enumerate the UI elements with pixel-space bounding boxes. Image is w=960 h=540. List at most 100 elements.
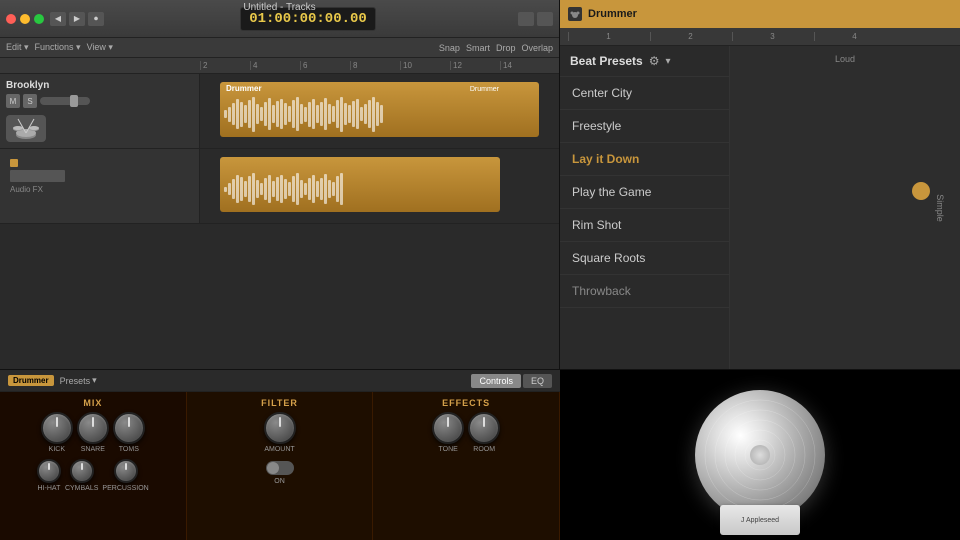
- waveform-bar: [268, 175, 271, 203]
- toolbar-label[interactable]: View ▾: [87, 42, 113, 53]
- xy-simple-label: Simple: [935, 194, 945, 222]
- snare-knob[interactable]: [77, 412, 109, 444]
- cymbals-knob[interactable]: [70, 459, 94, 483]
- logic-user-label: J Appleseed: [741, 517, 779, 524]
- toolbar-extra-btn[interactable]: [537, 12, 553, 26]
- waveform-bar: [252, 173, 255, 205]
- preset-item[interactable]: Freestyle: [560, 110, 729, 143]
- minimize-btn[interactable]: [20, 14, 30, 24]
- toolbar-extra-btn[interactable]: [518, 12, 534, 26]
- hihat-knob-group: HI-HAT: [37, 459, 61, 492]
- toolbar-label: Edit ▾: [6, 42, 29, 53]
- waveform-bar: [336, 176, 339, 202]
- knobs-row: KICK SNARE TOMS: [41, 412, 145, 453]
- chevron-down-icon[interactable]: ▾: [665, 56, 670, 67]
- drummer-detail-header: Drummer Presets ▾ Controls EQ: [0, 370, 560, 392]
- hihat-knob[interactable]: [37, 459, 61, 483]
- waveform-bar: [264, 178, 267, 200]
- track-content: var h2=[5,12,20,28,24,16,26,32,18,12,22,…: [200, 149, 559, 223]
- percussion-knob[interactable]: [114, 459, 138, 483]
- waveform-bar: [284, 179, 287, 199]
- amount-knob-group: AMOUNT: [264, 412, 296, 453]
- waveform-bar: [272, 181, 275, 197]
- preset-item[interactable]: Play the Game: [560, 176, 729, 209]
- channel-strip: [10, 170, 65, 182]
- waveform-bar: [240, 177, 243, 201]
- preset-item-selected[interactable]: Lay it Down: [560, 143, 729, 176]
- logic-splash: J Appleseed: [560, 370, 960, 540]
- kick-knob[interactable]: [41, 412, 73, 444]
- drummer-icon-small: [568, 7, 582, 21]
- waveform-bar: [312, 99, 315, 129]
- waveform-bar: [316, 105, 319, 123]
- ruler-mark: 14: [500, 61, 550, 70]
- toms-label: TOMS: [119, 446, 139, 453]
- table-row: Audio FX var h2=[5,12,20,28,24,16,26,32,…: [0, 149, 559, 224]
- waveform-bar: [320, 178, 323, 200]
- toolbar-btn[interactable]: ▶: [69, 12, 85, 26]
- preset-item[interactable]: Center City: [560, 77, 729, 110]
- controls-bar: Drummer Presets ▾ Controls EQ MIX KICK: [0, 370, 560, 540]
- waveform-bar: [328, 180, 331, 198]
- waveform-bar: [236, 175, 239, 203]
- mute-button[interactable]: M: [6, 94, 20, 108]
- waveform-bar: [328, 104, 331, 124]
- tone-knob[interactable]: [432, 412, 464, 444]
- toms-knob[interactable]: [113, 412, 145, 444]
- timeline-mark: 4: [814, 32, 894, 41]
- record-btn[interactable]: ⏺: [88, 12, 104, 26]
- daw-toolbar2: Edit ▾ Functions ▾ View ▾ Snap Smart Dro…: [0, 38, 559, 58]
- drummer-clip[interactable]: Drummer Drummer var heights=[8,15,22,30,…: [220, 82, 539, 137]
- close-btn[interactable]: [6, 14, 16, 24]
- xy-dot[interactable]: [912, 182, 930, 200]
- smart-label: Smart: [466, 43, 490, 53]
- xy-pad-area[interactable]: Loud Simple: [730, 46, 960, 369]
- waveform-bar: [324, 174, 327, 204]
- preset-item[interactable]: Throwback: [560, 275, 729, 308]
- waveform-bar: [324, 98, 327, 130]
- dropdown-chevron[interactable]: ▾: [92, 375, 97, 386]
- waveform-bar: [252, 97, 255, 132]
- waveform-bar: [372, 97, 375, 132]
- presets-label-small: Presets: [60, 376, 91, 386]
- controls-tab[interactable]: Controls: [471, 374, 521, 388]
- maximize-btn[interactable]: [34, 14, 44, 24]
- filter-toggle-area: ON: [266, 461, 294, 485]
- waveform-bar: [288, 182, 291, 196]
- audio-clip[interactable]: var h2=[5,12,20,28,24,16,26,32,18,12,22,…: [220, 157, 500, 212]
- preset-item[interactable]: Square Roots: [560, 242, 729, 275]
- waveform-bar: [260, 183, 263, 195]
- volume-slider[interactable]: [40, 97, 90, 105]
- preset-item[interactable]: Rim Shot: [560, 209, 729, 242]
- waveform-bar: [308, 178, 311, 200]
- waveform-bar: [352, 101, 355, 127]
- track-type-label: Audio FX: [10, 185, 189, 194]
- waveform-bar: [244, 181, 247, 197]
- waveform-bar: [248, 176, 251, 202]
- waveform-bar: [232, 103, 235, 125]
- gear-icon[interactable]: ⚙: [649, 54, 660, 68]
- controls-sections: MIX KICK SNARE TOMS: [0, 392, 560, 540]
- cd-container: J Appleseed: [690, 385, 830, 525]
- waveform: var heights=[8,15,22,30,25,18,28,35,20,1…: [220, 96, 539, 132]
- toolbar-label[interactable]: Functions ▾: [35, 42, 81, 53]
- ruler-mark: 4: [250, 61, 300, 70]
- track-area: Brooklyn M S: [0, 74, 559, 224]
- eq-tab[interactable]: EQ: [523, 374, 552, 388]
- waveform-bar: [232, 179, 235, 199]
- filter-toggle[interactable]: [266, 461, 294, 475]
- toolbar-btn[interactable]: ◀: [50, 12, 66, 26]
- waveform-bar: [292, 176, 295, 202]
- xy-pad[interactable]: Loud Simple: [730, 46, 960, 369]
- solo-button[interactable]: S: [23, 94, 37, 108]
- ruler-mark: 12: [450, 61, 500, 70]
- waveform-bar: [296, 173, 299, 205]
- waveform-bar: [332, 106, 335, 122]
- room-label: ROOM: [473, 446, 495, 453]
- amount-knob[interactable]: [264, 412, 296, 444]
- timeline-mark: 2: [650, 32, 730, 41]
- waveform-bar: [276, 177, 279, 201]
- room-knob[interactable]: [468, 412, 500, 444]
- overlap-label: Overlap: [521, 43, 553, 53]
- waveform-bar: [304, 107, 307, 122]
